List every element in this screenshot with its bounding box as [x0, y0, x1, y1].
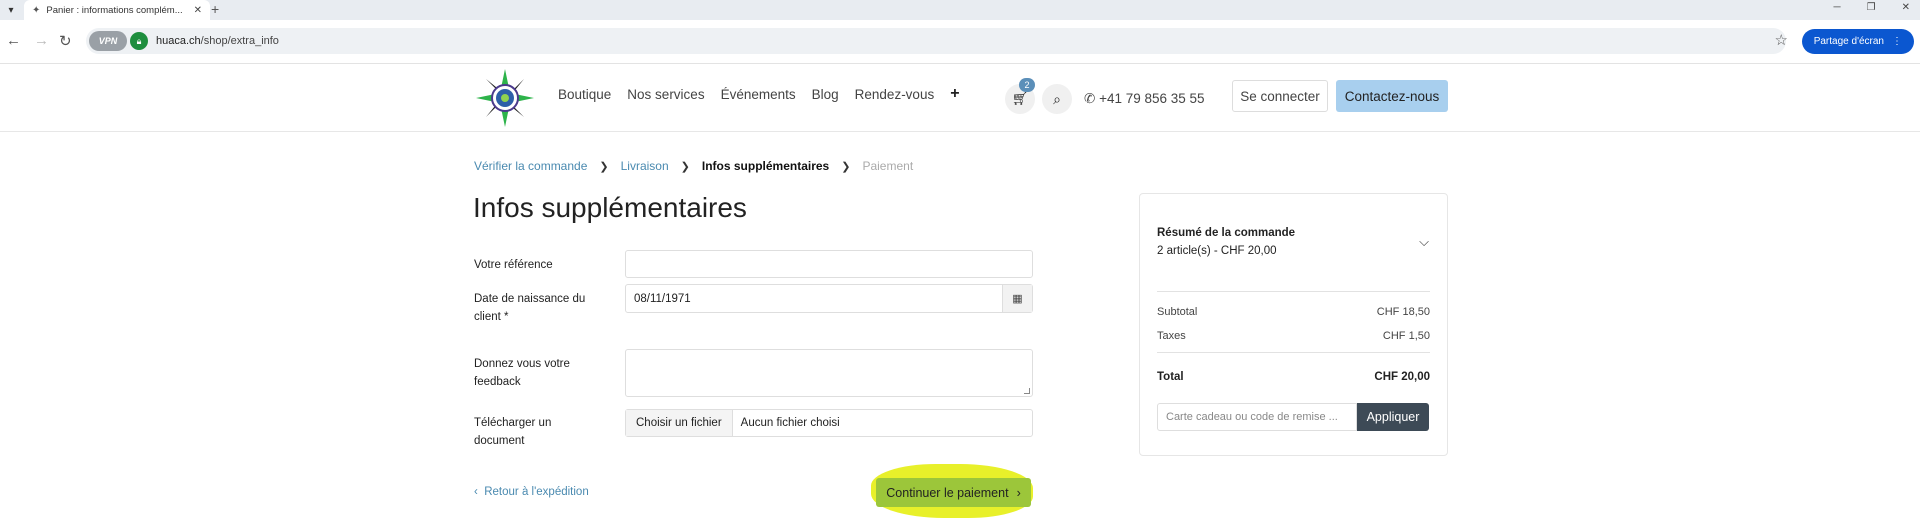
summary-divider [1157, 291, 1430, 292]
nav-more-plus-icon[interactable]: + [950, 85, 959, 103]
reference-input[interactable] [625, 250, 1033, 278]
phone-icon: ✆ [1084, 91, 1096, 106]
site-logo[interactable] [474, 67, 536, 129]
bookmark-star-icon[interactable]: ☆ [1775, 31, 1788, 49]
more-vertical-icon: ⋮ [1892, 36, 1902, 47]
feedback-textarea[interactable] [625, 349, 1033, 397]
minimize-icon[interactable]: ─ [1834, 2, 1841, 13]
phone-link[interactable]: ✆ +41 79 856 35 55 [1084, 91, 1205, 107]
upload-label: Télécharger un document [474, 417, 552, 447]
file-upload-field[interactable]: Choisir un fichier Aucun fichier choisi [625, 409, 1033, 437]
chevron-right-icon: ❯ [841, 160, 851, 173]
login-button[interactable]: Se connecter [1232, 80, 1328, 112]
cart-count-badge: 2 [1019, 78, 1035, 92]
tab-list-chevron-icon[interactable]: ▾ [4, 3, 18, 17]
nav-boutique[interactable]: Boutique [558, 87, 611, 103]
forward-arrow-icon[interactable]: → [34, 32, 49, 49]
resize-handle-icon[interactable] [1024, 388, 1030, 394]
taxes-row: Taxes CHF 1,50 [1157, 330, 1430, 342]
summary-title: Résumé de la commande [1157, 227, 1296, 239]
feedback-label: Donnez vous votre feedback [474, 358, 570, 388]
order-summary-card: Résumé de la commande 2 article(s) - CHF… [1139, 193, 1448, 456]
calendar-icon[interactable]: ▦ [1002, 285, 1032, 312]
screen-share-button[interactable]: Partage d'écran ⋮ [1801, 29, 1914, 54]
contact-button[interactable]: Contactez-nous [1336, 80, 1448, 112]
summary-divider [1157, 352, 1430, 353]
chevron-left-icon: ‹ [474, 486, 478, 498]
nav-blog[interactable]: Blog [812, 87, 839, 103]
birthdate-value: 08/11/1971 [634, 292, 691, 305]
summary-subtitle: 2 article(s) - CHF 20,00 [1157, 245, 1277, 257]
chevron-right-icon: › [1016, 485, 1021, 500]
tab-close-icon[interactable]: ✕ [194, 5, 202, 16]
checkout-breadcrumb: Vérifier la commande ❯ Livraison ❯ Infos… [474, 159, 913, 173]
reload-icon[interactable]: ↻ [59, 32, 72, 50]
chevron-right-icon: ❯ [680, 160, 690, 173]
search-button[interactable]: ⌕ [1042, 84, 1072, 114]
search-icon: ⌕ [1053, 90, 1061, 107]
reference-label: Votre référence [474, 259, 553, 271]
chevron-right-icon: ❯ [599, 160, 609, 173]
nav-appointments[interactable]: Rendez-vous [855, 87, 935, 103]
total-row: Total CHF 20,00 [1157, 371, 1430, 383]
new-tab-icon[interactable]: + [211, 1, 219, 17]
lock-icon[interactable]: 🔒︎ [130, 32, 148, 50]
continue-payment-button[interactable]: Continuer le paiement › [876, 478, 1031, 507]
browser-toolbar: ← → ↻ VPN 🔒︎ huaca.ch/shop/extra_info ☆ … [0, 20, 1920, 64]
site-favicon-icon: ✦ [32, 4, 41, 16]
site-header: Boutique Nos services Événements Blog Re… [0, 64, 1920, 132]
apply-promo-button[interactable]: Appliquer [1357, 403, 1429, 431]
browser-tab[interactable]: ✦ Panier : informations complém... ✕ [24, 0, 210, 20]
browser-tabbar: ▾ ✦ Panier : informations complém... ✕ +… [0, 0, 1920, 20]
breadcrumb-payment: Paiement [862, 159, 914, 173]
address-bar[interactable]: VPN 🔒︎ huaca.ch/shop/extra_info [86, 28, 1786, 54]
url-text[interactable]: huaca.ch/shop/extra_info [156, 35, 279, 47]
cart-icon: 🛒︎ [1011, 91, 1029, 106]
nav-services[interactable]: Nos services [627, 87, 704, 103]
vpn-badge[interactable]: VPN [89, 31, 127, 51]
window-close-icon[interactable]: ✕ [1902, 2, 1910, 13]
file-status: Aucun fichier choisi [740, 417, 840, 429]
choose-file-button[interactable]: Choisir un fichier [626, 410, 733, 436]
promo-code-input[interactable]: Carte cadeau ou code de remise ... [1157, 403, 1357, 431]
subtotal-row: Subtotal CHF 18,50 [1157, 306, 1430, 318]
main-navigation: Boutique Nos services Événements Blog Re… [558, 85, 960, 103]
tab-title: Panier : informations complém... [46, 4, 183, 16]
birthdate-input[interactable]: 08/11/1971 ▦ [625, 284, 1033, 313]
expand-chevron-down-icon[interactable]: ⌵ [1419, 234, 1429, 250]
breadcrumb-extra-info: Infos supplémentaires [701, 159, 830, 173]
nav-events[interactable]: Événements [721, 87, 796, 103]
breadcrumb-delivery[interactable]: Livraison [621, 159, 669, 173]
back-to-shipping-link[interactable]: ‹ Retour à l'expédition [474, 486, 589, 498]
back-arrow-icon[interactable]: ← [6, 32, 21, 49]
restore-icon[interactable]: ❐ [1867, 2, 1876, 13]
birthdate-label: Date de naissance du client * [474, 293, 586, 323]
breadcrumb-review-order[interactable]: Vérifier la commande [474, 159, 587, 173]
page-title: Infos supplémentaires [473, 192, 747, 223]
